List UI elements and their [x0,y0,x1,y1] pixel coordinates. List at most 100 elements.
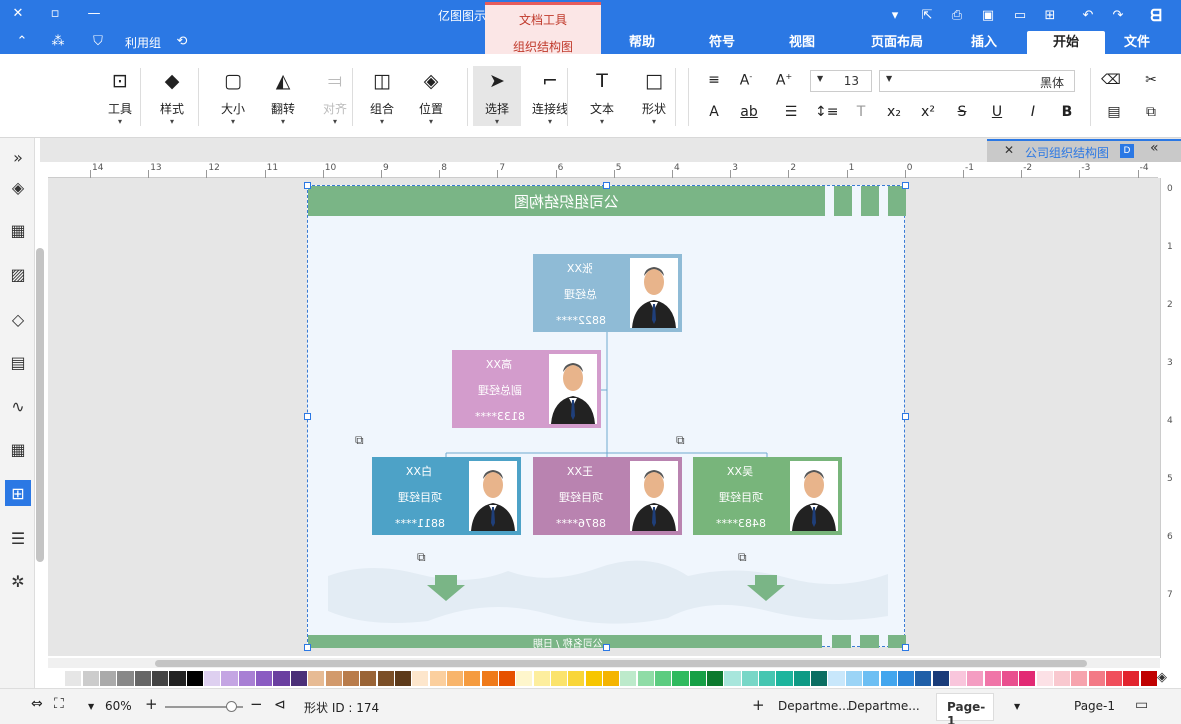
chevron-down-icon[interactable]: ▼ [1014,702,1020,711]
palette-swatch[interactable] [724,671,741,686]
palette-swatch[interactable] [1036,671,1053,686]
tab-home[interactable]: 开始 [1027,31,1105,54]
palette-swatch[interactable] [1088,671,1105,686]
shapes-icon[interactable]: ▦ [5,217,31,243]
palette-swatch[interactable] [48,671,65,686]
palette-swatch[interactable] [273,671,290,686]
underline-icon[interactable]: U [986,104,1008,120]
table-icon[interactable]: ▦ [5,436,31,462]
resize-handle[interactable] [902,182,909,189]
ribbon-button-shape[interactable]: □ 形状 ▾ [634,68,674,126]
palette-swatch[interactable] [863,671,880,686]
share-icon[interactable]: ⟲ [172,31,192,51]
palette-swatch[interactable] [949,671,967,686]
bold-icon[interactable]: B [1056,104,1078,120]
strikethrough-icon[interactable]: S [951,104,973,120]
palette-swatch[interactable] [603,671,620,686]
pages-icon[interactable]: ▤ [5,349,31,375]
palette-swatch[interactable] [221,671,238,686]
palette-swatch[interactable] [394,671,412,686]
palette-swatch[interactable] [707,671,724,686]
palette-swatch[interactable] [481,671,498,686]
palette-swatch[interactable] [360,671,377,686]
print-icon[interactable]: ⎙ [947,5,967,25]
palette-swatch[interactable] [169,671,186,686]
palette-swatch[interactable] [793,671,810,686]
tab-page-layout[interactable]: 页面布局 [857,31,937,54]
org-chart-icon[interactable]: ⊞ [5,480,31,506]
page-panel-icon[interactable]: ▭ [1135,697,1148,713]
palette-swatch[interactable] [498,671,516,686]
palette-swatch[interactable] [637,671,654,686]
copy-icon[interactable]: ⧉ [1140,104,1162,120]
font-name-select[interactable]: 黑体 ▼ [879,70,1075,92]
new-icon[interactable]: ⊞ [1040,5,1060,25]
palette-swatch[interactable] [585,671,602,686]
open-folder-icon[interactable]: ▭ [1010,5,1030,25]
palette-swatch[interactable] [759,671,776,686]
tab-file[interactable]: 文件 [1115,31,1159,54]
palette-swatch[interactable] [741,671,758,686]
palette-swatch[interactable] [932,671,949,686]
minimize-icon[interactable]: — [84,3,104,23]
ribbon-button-flip[interactable]: ◭ 翻转 ▾ [263,68,303,126]
gantt-icon[interactable]: ☰ [5,525,31,551]
save-icon[interactable]: ▣ [978,5,998,25]
palette-swatch[interactable] [100,671,117,686]
font-color-icon[interactable]: A [703,104,725,120]
fit-width-icon[interactable]: ⇔ [31,696,43,712]
image-icon[interactable]: ▨ [5,261,31,287]
tab-symbols[interactable]: 符号 [700,31,744,54]
palette-swatch[interactable] [1071,671,1088,686]
list-icon[interactable]: ☰ [780,104,802,120]
collapse-icon[interactable]: ⧉ [738,550,747,565]
palette-swatch[interactable] [1053,671,1071,686]
palette-swatch[interactable] [1140,671,1157,686]
more-icon[interactable]: ▾ [885,5,905,25]
resize-handle[interactable] [304,644,311,651]
apps-icon[interactable]: ⁂ [48,31,68,51]
org-node-pm3[interactable]: 吴XX 项目经理 8483**** [693,457,842,535]
palette-swatch[interactable] [308,671,325,686]
add-page-icon[interactable]: + [752,696,765,714]
tab-view[interactable]: 视图 [780,31,824,54]
palette-swatch[interactable] [464,671,481,686]
ribbon-button-text[interactable]: T 文本 ▾ [582,68,622,126]
palette-swatch[interactable] [290,671,307,686]
font-size-select[interactable]: 13 ▼ [810,70,872,92]
close-icon[interactable]: ✕ [8,3,28,23]
palette-swatch[interactable] [429,671,446,686]
palette-swatch[interactable] [880,671,897,686]
quick-layout-label[interactable]: 利用组 [125,34,161,51]
align-text-icon[interactable]: ≡ [703,72,725,88]
palette-swatch[interactable] [828,671,845,686]
ribbon-button-tools[interactable]: ⊡ 工具 ▾ [100,68,140,126]
diagram-page[interactable]: 公司组织结构图 公司名称 / 日期 ⧉ ⧉ ⧉ ⧉ 张XX 总经理 8822****… [304,182,909,651]
palette-swatch[interactable] [915,671,932,686]
cut-icon[interactable]: ✂ [1140,72,1162,88]
collapse-ribbon-icon[interactable]: ⌃ [12,31,32,51]
subscript-icon[interactable]: x₂ [883,104,905,120]
grow-font-icon[interactable]: A+ [773,72,795,89]
ribbon-button-size[interactable]: ▢ 大小 ▾ [213,68,253,126]
highlight-icon[interactable]: ab [738,104,760,120]
palette-swatch[interactable] [1105,671,1123,686]
ribbon-button-group[interactable]: ◫ 组合 ▾ [362,68,402,126]
clear-format-icon[interactable]: T [850,104,872,120]
ribbon-button-connector[interactable]: ⌐ 连接线 ▾ [530,68,570,126]
collapse-icon[interactable]: ⧉ [676,433,685,448]
palette-swatch[interactable] [325,671,342,686]
maximize-icon[interactable]: ▫ [45,3,65,23]
shirt-icon[interactable]: ⛉ [88,31,108,51]
paste-icon[interactable]: ▤ [1103,104,1125,120]
org-node-ceo[interactable]: 张XX 总经理 8822**** [533,254,682,332]
page-tab[interactable]: Departme... [778,699,850,713]
palette-swatch[interactable] [412,671,429,686]
undo-icon[interactable]: ↶ [1078,5,1098,25]
resize-handle[interactable] [304,182,311,189]
close-tab-icon[interactable]: ✕ [1004,143,1014,157]
palette-swatch[interactable] [1001,671,1019,686]
palette-swatch[interactable] [984,671,1001,686]
layers-icon[interactable]: ◇ [5,306,31,332]
ribbon-button-select[interactable]: ➤ 选择 ▾ [473,66,521,126]
